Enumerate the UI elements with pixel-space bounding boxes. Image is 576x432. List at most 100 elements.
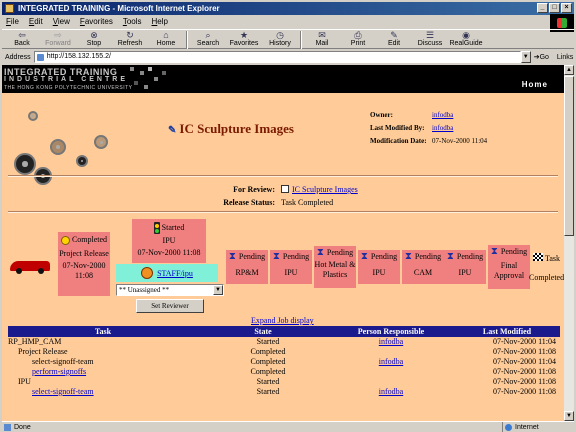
maximize-button[interactable]: □ [549,3,560,13]
menu-edit[interactable]: Edit [29,17,43,26]
refresh-button[interactable]: ↻ Refresh [112,30,148,50]
document-icon [281,185,289,193]
release-status: Task Completed [281,198,334,207]
table-row: RP_HMP_CAM Started infodba 07-Nov-2000 1… [8,337,556,346]
for-review-link[interactable]: IC Sculpture Images [292,185,358,194]
node-pending-ipu-3[interactable]: Pending IPU [444,250,486,284]
page-done-icon [4,424,11,431]
discuss-button[interactable]: ☰ Discuss [412,30,448,50]
home-button[interactable]: ⌂ Home [148,30,184,50]
gear-icon [28,111,38,121]
vertical-scrollbar[interactable]: ▲ ▼ [564,65,574,421]
mail-button[interactable]: ✉ Mail [304,30,340,50]
gear-icon [50,139,66,155]
last-modified-by-link[interactable]: infodba [432,124,453,132]
print-button[interactable]: ⎙ Print [340,30,376,50]
gear-icon [76,155,88,167]
node-pending-cam[interactable]: Pending CAM [402,250,444,284]
task-link[interactable]: select-signoff-team [32,387,94,396]
edit-icon: ✎ [390,30,398,40]
divider [8,211,558,213]
mail-icon: ✉ [318,30,326,40]
node-pending-rpm[interactable]: Pending RP&M [226,250,268,284]
race-car-icon [10,261,50,274]
table-row: select-signoff-team Completed infodba 07… [32,357,556,366]
staff-icon [141,267,154,279]
reviewer-select[interactable]: ** Unassigned ** ▼ [116,284,224,296]
status-text: Done [14,424,31,431]
table-row: perform-signoffs Completed 07-Nov-2000 1… [32,367,556,376]
site-banner: INTEGRATED TRAINING INDUSTRIAL CENTRE TH… [2,65,564,93]
hourglass-icon [405,251,413,262]
node-project-release[interactable]: Completed Project Release 07-Nov-2000 11… [58,232,110,296]
person-link[interactable]: infodba [379,337,403,346]
chevron-down-icon[interactable]: ▼ [213,285,223,295]
gear-icon [14,153,36,175]
node-pending-hot-metal[interactable]: Pending Hot Metal & Plastics [314,246,356,288]
history-button[interactable]: ◷ History [262,30,298,50]
home-icon: ⌂ [163,30,169,40]
address-bar: Address http://158.132.155.2/ ▼ ➔Go Link… [2,50,574,64]
document-meta: Owner: infodba Last Modified By: infodba M… [370,111,488,145]
security-zone: Internet [502,422,574,432]
node-task-completed[interactable]: Task Completed [529,252,564,284]
hourglass-icon [361,251,369,262]
task-table: Task State Person Responsible Last Modif… [8,326,560,397]
home-link[interactable]: Home [522,80,548,89]
node-pending-ipu-2[interactable]: Pending IPU [358,250,400,284]
menu-file[interactable]: File [6,17,19,26]
page-content: INTEGRATED TRAINING INDUSTRIAL CENTRE TH… [2,65,564,421]
search-button[interactable]: ⌕ Search [190,30,226,50]
person-link[interactable]: infodba [379,357,403,366]
forward-button[interactable]: ⇨ Forward [40,30,76,50]
history-icon: ◷ [276,30,284,40]
hourglass-icon [229,251,237,262]
node-ipu-started[interactable]: Started IPU 07-Nov-2000 11:08 [132,219,206,263]
scroll-down-icon[interactable]: ▼ [564,411,574,421]
pencil-icon: ✎ [168,125,177,136]
table-header: Task State Person Responsible Last Modif… [8,326,560,337]
favorites-icon: ★ [239,30,249,40]
forward-arrow-icon: ⇨ [54,30,62,40]
task-link[interactable]: perform-signoffs [32,367,86,376]
traffic-light-icon [153,222,160,234]
expand-job-display-link[interactable]: Expand Job display [251,316,314,325]
toolbar: ⇦ Back ⇨ Forward ⊗ Stop ↻ Refresh ⌂ Home ⌕ Sea… [2,29,574,49]
hourglass-icon [273,251,281,262]
menu-help[interactable]: Help [152,17,168,26]
address-input[interactable]: http://158.132.155.2/ [33,51,521,63]
back-button[interactable]: ⇦ Back [4,30,40,50]
scroll-thumb[interactable] [564,76,574,236]
search-icon: ⌕ [205,30,211,40]
favorites-button[interactable]: ★ Favorites [226,30,262,50]
hourglass-icon [491,246,499,257]
print-icon: ⎙ [354,30,362,40]
menu-bar: File Edit View Favorites Tools Help [2,15,574,28]
stop-button[interactable]: ⊗ Stop [76,30,112,50]
hourglass-icon [447,251,455,262]
status-bar: Done Internet [2,421,574,432]
node-pending-final-approval[interactable]: Pending Final Approval [488,245,530,289]
review-info: For Review: IC Sculpture Images Release S… [223,185,358,207]
person-link[interactable]: infodba [379,387,403,396]
set-reviewer-button[interactable]: Set Reviewer [136,299,204,313]
menu-tools[interactable]: Tools [123,17,142,26]
address-dropdown-icon[interactable]: ▼ [520,51,531,63]
go-button[interactable]: ➔Go [534,53,549,61]
links-button[interactable]: Links [557,54,573,61]
table-row: select-signoff-team Started infodba 07-N… [32,387,556,396]
edit-button[interactable]: ✎ Edit [376,30,412,50]
node-pending-ipu-1[interactable]: Pending IPU [270,250,312,284]
minimize-button[interactable]: _ [537,3,548,13]
staff-link[interactable]: STAFF/ipu [157,269,193,278]
gears-graphic [4,93,144,203]
browser-window: INTEGRATED TRAINING - Microsoft Internet… [0,0,576,432]
menu-view[interactable]: View [53,17,70,26]
close-button[interactable]: × [561,3,572,13]
menu-favorites[interactable]: Favorites [80,17,113,26]
owner-link[interactable]: infodba [432,111,453,119]
divider [8,175,558,177]
realguide-button[interactable]: ◉ RealGuide [448,30,484,50]
site-logo[interactable]: INTEGRATED TRAINING INDUSTRIAL CENTRE TH… [4,68,132,92]
scroll-up-icon[interactable]: ▲ [564,65,574,75]
